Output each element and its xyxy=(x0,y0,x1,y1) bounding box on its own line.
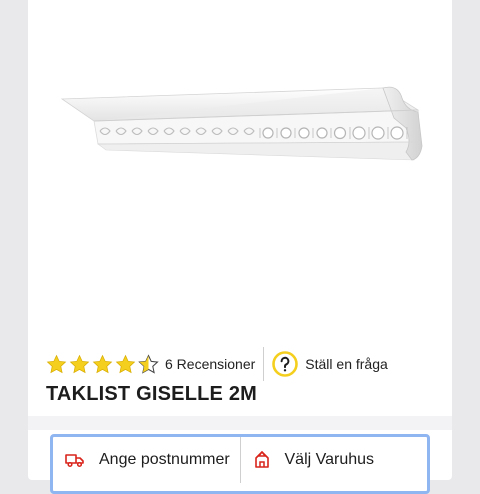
star-icon xyxy=(69,354,90,375)
review-count-link[interactable]: 6 Recensioner xyxy=(165,356,255,372)
truck-icon xyxy=(65,452,85,468)
product-card: 6 Recensioner Ställ en fråga TAKLIST GIS… xyxy=(28,0,452,494)
half-star-icon xyxy=(138,353,159,375)
question-icon[interactable] xyxy=(272,351,299,377)
delivery-selector: Ange postnummer Välj Varuhus xyxy=(50,434,430,494)
star-icon xyxy=(92,354,113,375)
section-separator xyxy=(28,416,452,430)
store-label: Välj Varuhus xyxy=(284,451,375,468)
postcode-label: Ange postnummer xyxy=(99,451,230,468)
star-icon xyxy=(46,354,67,375)
store-icon xyxy=(253,450,271,470)
star-icon xyxy=(115,354,136,375)
product-title: TAKLIST GISELLE 2M xyxy=(46,383,258,405)
divider xyxy=(263,347,265,381)
rating-stars[interactable] xyxy=(46,353,159,375)
rating-row: 6 Recensioner Ställ en fråga xyxy=(46,346,388,382)
product-image xyxy=(60,86,423,161)
ask-question-link[interactable]: Ställ en fråga xyxy=(305,356,388,372)
postcode-button[interactable]: Ange postnummer xyxy=(53,437,240,483)
store-button[interactable]: Välj Varuhus xyxy=(239,437,428,483)
